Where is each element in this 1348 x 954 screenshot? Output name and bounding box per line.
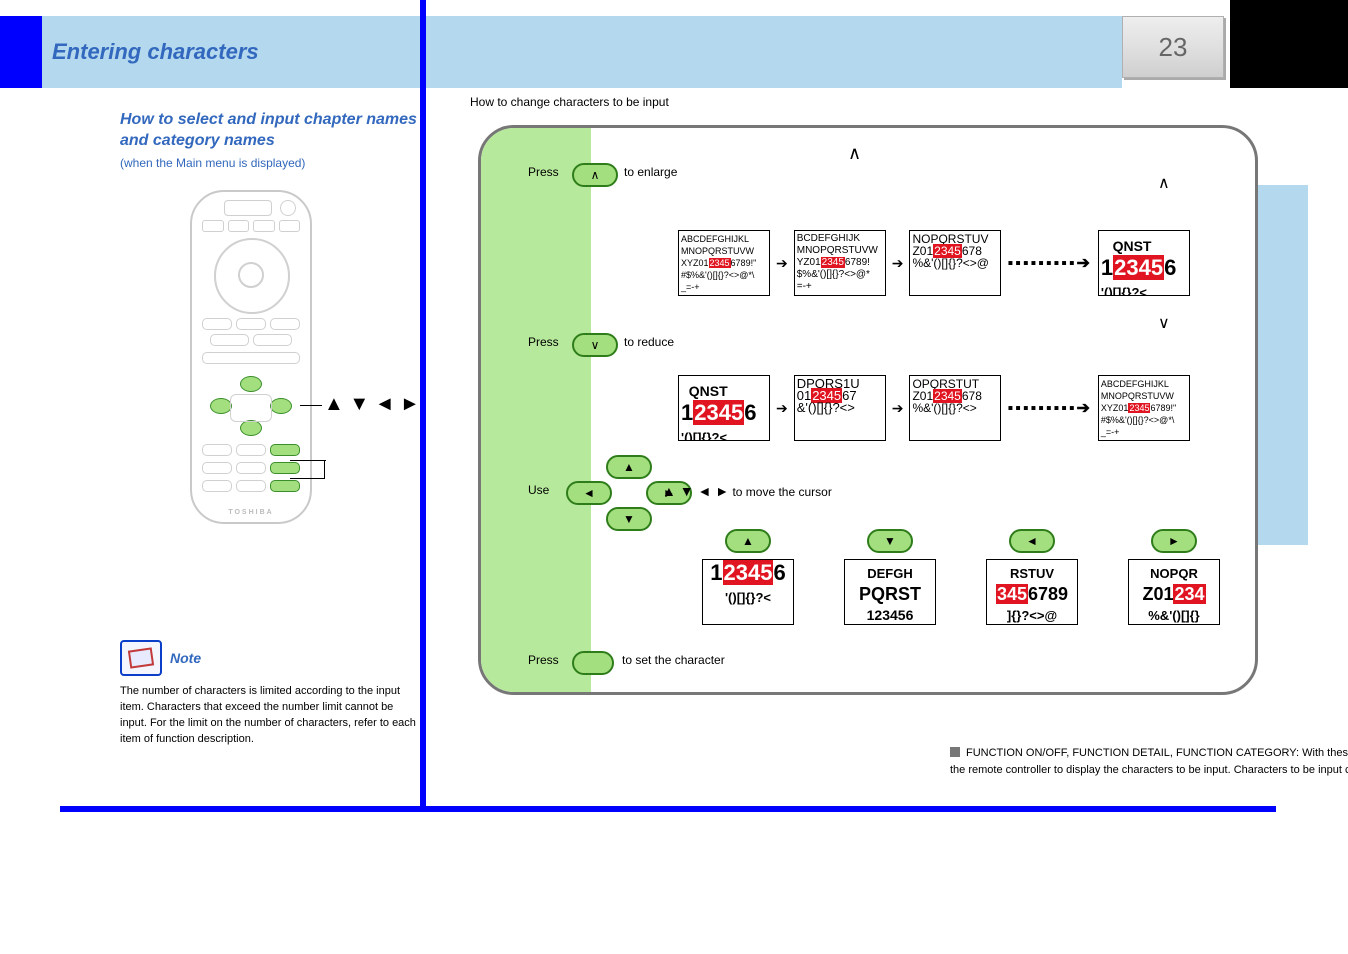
char-grid-right: NOPQR Z01234 %&'()[]{} [1128,559,1220,625]
left-subheading: (when the Main menu is displayed) [120,156,420,170]
note-heading: Note [170,650,201,666]
label: to set the character [622,653,725,667]
up-button-icon: ▲ [725,529,771,553]
char-grid-down: DEFGH PQRST 123456 [844,559,936,625]
label: Press [528,335,559,349]
note-icon [120,640,162,676]
char-grid: DPQRS1U 01234567 &'()[]{}?<> [794,375,886,441]
char-grid-zoom1: BCDEFGHIJK MNOPQRSTUVW YZ0123456789! $%&… [794,230,886,296]
label: Press [528,165,559,179]
right-intro: How to change characters to be input [470,95,1330,109]
label: Use [528,483,549,497]
page-number-chip: 23 [1122,16,1224,78]
right-button-icon: ► [1151,529,1197,553]
char-grid-zoom0: ABCDEFGHIJKL MNOPQRSTUVW XYZ0123456789!"… [678,230,770,296]
char-grid: QNST 123456 '()[]{}?< [678,375,770,441]
arrow-glyphs-label: ▲ ▼ ◄ ► [324,394,420,414]
char-grid-zoom3: QNST 123456 '()[]{}?< [1098,230,1190,296]
zoom-in-button-icon: ∧ [572,163,618,187]
zoom-out-button-icon: ∨ [572,333,618,357]
left-button-icon: ◄ [1009,529,1055,553]
char-grid-up: 123456 '()[]{}?< [702,559,794,625]
label: to reduce [624,335,674,349]
note-body: The number of characters is limited acco… [120,684,420,748]
char-grid-zoom2: NOPQRSTUV Z012345678 %&'()[]{}?<>@ [909,230,1001,296]
left-heading: How to select and input chapter names an… [120,110,420,152]
char-grid: ABCDEFGHIJKL MNOPQRSTUVW XYZ0123456789!"… [1098,375,1190,441]
remote-illustration: TOSHIBA [190,190,308,520]
char-grid-left: RSTUV 3456789 ]{}?<>@ [986,559,1078,625]
instruction-panel: Press ∧ to enlarge ∧ ∧ ABCDEFGHIJKL MNOP… [478,125,1258,695]
set-button-icon [572,651,614,675]
down-button-icon: ▼ [867,529,913,553]
page-title: Entering characters [52,39,259,65]
char-grid: OPQRSTUT Z012345678 %&'()[]{}?<> [909,375,1001,441]
footnote: FUNCTION ON/OFF, FUNCTION DETAIL, FUNCTI… [950,745,1348,778]
label: Press [528,653,559,667]
label: to enlarge [624,165,677,179]
